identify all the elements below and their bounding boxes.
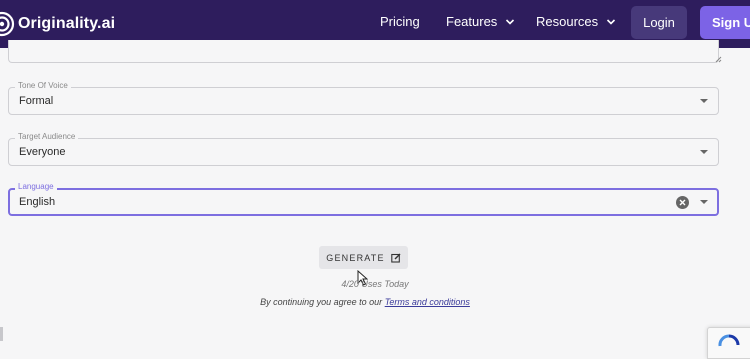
tone-of-voice-value: Formal <box>19 95 54 107</box>
target-audience-label: Target Audience <box>15 132 79 142</box>
edit-icon <box>390 253 401 263</box>
generate-label: GENERATE <box>326 252 385 263</box>
language-label: Language <box>15 182 57 192</box>
nav-pricing[interactable]: Pricing <box>380 14 420 29</box>
logo-icon <box>0 10 16 38</box>
recaptcha-icon <box>718 334 740 347</box>
recaptcha-badge[interactable] <box>707 327 750 359</box>
clear-icon[interactable] <box>676 196 689 209</box>
login-button[interactable]: Login <box>631 6 687 39</box>
tone-of-voice-select[interactable]: Tone Of Voice Formal <box>8 81 719 115</box>
resize-handle-icon[interactable] <box>714 55 722 63</box>
target-audience-value: Everyone <box>19 146 66 158</box>
generate-button[interactable]: GENERATE <box>319 246 408 269</box>
nav-resources[interactable]: Resources <box>536 14 616 29</box>
scroll-marker <box>0 327 3 341</box>
nav-features-label: Features <box>446 14 498 29</box>
chevron-down-icon <box>506 18 515 25</box>
tone-of-voice-label: Tone Of Voice <box>15 81 71 91</box>
dropdown-arrow-icon[interactable] <box>700 99 708 103</box>
nav-features[interactable]: Features <box>446 14 515 29</box>
terms-text: By continuing you agree to our Terms and… <box>0 297 730 307</box>
target-audience-select[interactable]: Target Audience Everyone <box>8 132 719 166</box>
dropdown-arrow-icon[interactable] <box>700 150 708 154</box>
terms-prefix: By continuing you agree to our <box>260 297 385 307</box>
textarea-field[interactable] <box>8 40 719 63</box>
nav-resources-label: Resources <box>536 14 599 29</box>
chevron-down-icon <box>607 18 616 25</box>
signup-button[interactable]: Sign Up <box>700 6 750 39</box>
usage-count: 4/20 Uses Today <box>341 279 409 289</box>
language-value: English <box>19 196 56 208</box>
terms-link[interactable]: Terms and conditions <box>385 297 470 307</box>
brand[interactable]: Originality.ai <box>0 10 115 38</box>
dropdown-arrow-icon[interactable] <box>700 200 708 204</box>
brand-name: Originality.ai <box>18 15 116 32</box>
nav-pricing-label: Pricing <box>380 14 420 29</box>
language-select[interactable]: Language English <box>8 182 719 216</box>
